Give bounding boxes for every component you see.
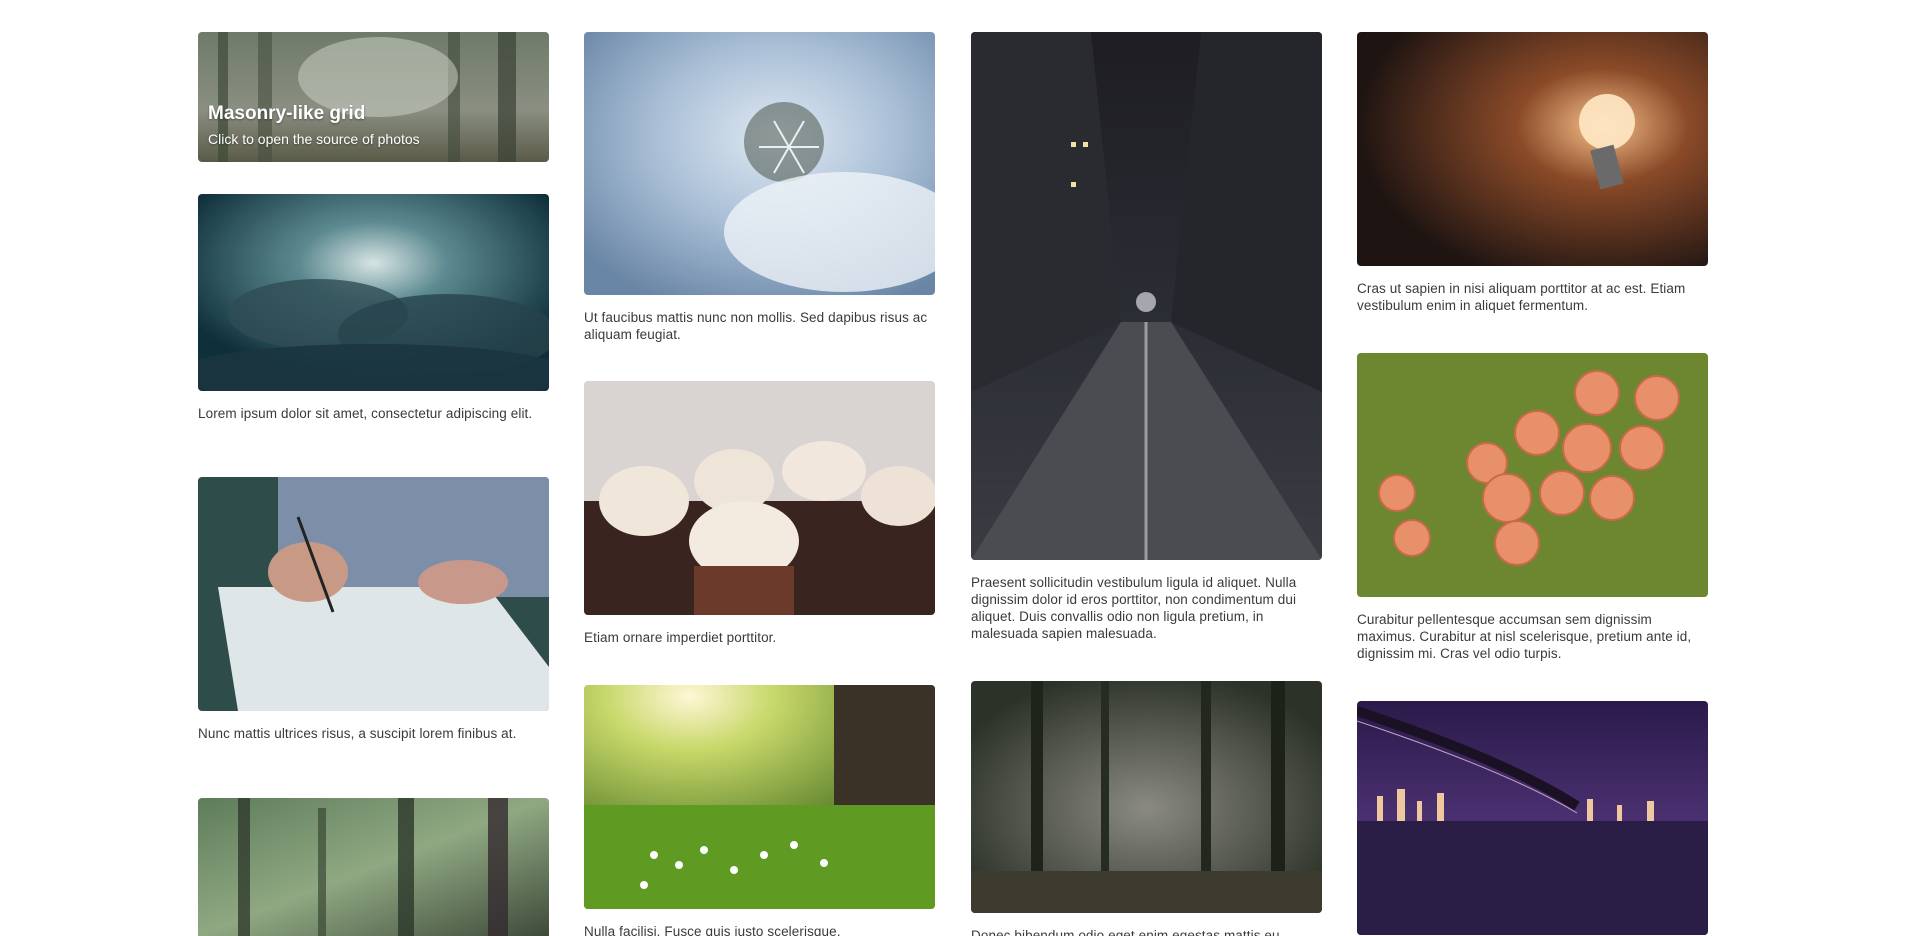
night-street-photo[interactable] xyxy=(971,32,1322,560)
intro-subtitle: Click to open the source of photos xyxy=(208,131,420,147)
photo-caption: Nulla facilisi. Fusce quis justo sceleri… xyxy=(584,924,841,936)
photo-card[interactable]: Lorem ipsum dolor sit amet, consectetur … xyxy=(198,194,549,422)
currants-photo[interactable] xyxy=(1357,353,1708,597)
intro-card[interactable]: Masonry-like grid Click to open the sour… xyxy=(198,32,549,162)
forest-path-photo[interactable]: Masonry-like grid Click to open the sour… xyxy=(198,32,549,162)
photo-card[interactable]: Donec bibendum odio eget enim egestas ma… xyxy=(971,681,1322,936)
photo-card[interactable]: Praesent sollicitudin vestibulum ligula … xyxy=(971,32,1322,642)
dark-forest-photo[interactable] xyxy=(971,681,1322,913)
snowflake-photo[interactable] xyxy=(584,32,935,295)
photo-caption: Ut faucibus mattis nunc non mollis. Sed … xyxy=(584,310,928,342)
photo-caption: Praesent sollicitudin vestibulum ligula … xyxy=(971,575,1297,641)
photo-card[interactable]: Cras ut sapien in nisi aliquam porttitor… xyxy=(1357,32,1708,314)
photo-card[interactable] xyxy=(198,798,549,936)
photo-caption: Donec bibendum odio eget enim egestas ma… xyxy=(971,928,1280,936)
misty-forest-photo[interactable] xyxy=(198,798,549,936)
photo-caption: Lorem ipsum dolor sit amet, consectetur … xyxy=(198,406,533,421)
photo-card[interactable]: Etiam ornare imperdiet porttitor. xyxy=(584,381,935,646)
photo-card[interactable]: Ut faucibus mattis nunc non mollis. Sed … xyxy=(584,32,935,343)
masonry-grid: Masonry-like grid Click to open the sour… xyxy=(0,0,1919,936)
photo-card[interactable] xyxy=(1357,701,1708,935)
photo-caption: Cras ut sapien in nisi aliquam porttitor… xyxy=(1357,281,1686,313)
writing-hands-photo[interactable] xyxy=(198,477,549,711)
photo-card[interactable]: Nulla facilisi. Fusce quis justo sceleri… xyxy=(584,685,935,936)
storm-clouds-photo[interactable] xyxy=(198,194,549,391)
photo-card[interactable]: Curabitur pellentesque accumsan sem dign… xyxy=(1357,353,1708,662)
photo-card[interactable]: Nunc mattis ultrices risus, a suscipit l… xyxy=(198,477,549,742)
bridge-night-photo[interactable] xyxy=(1357,701,1708,935)
photo-caption: Curabitur pellentesque accumsan sem dign… xyxy=(1357,612,1692,661)
photo-caption: Etiam ornare imperdiet porttitor. xyxy=(584,630,777,645)
photo-caption: Nunc mattis ultrices risus, a suscipit l… xyxy=(198,726,517,741)
intro-title: Masonry-like grid xyxy=(208,103,366,124)
meadow-tree-photo[interactable] xyxy=(584,685,935,909)
intro-overlay: Masonry-like grid Click to open the sour… xyxy=(208,102,420,148)
cupcakes-photo[interactable] xyxy=(584,381,935,615)
lightbulb-photo[interactable] xyxy=(1357,32,1708,266)
